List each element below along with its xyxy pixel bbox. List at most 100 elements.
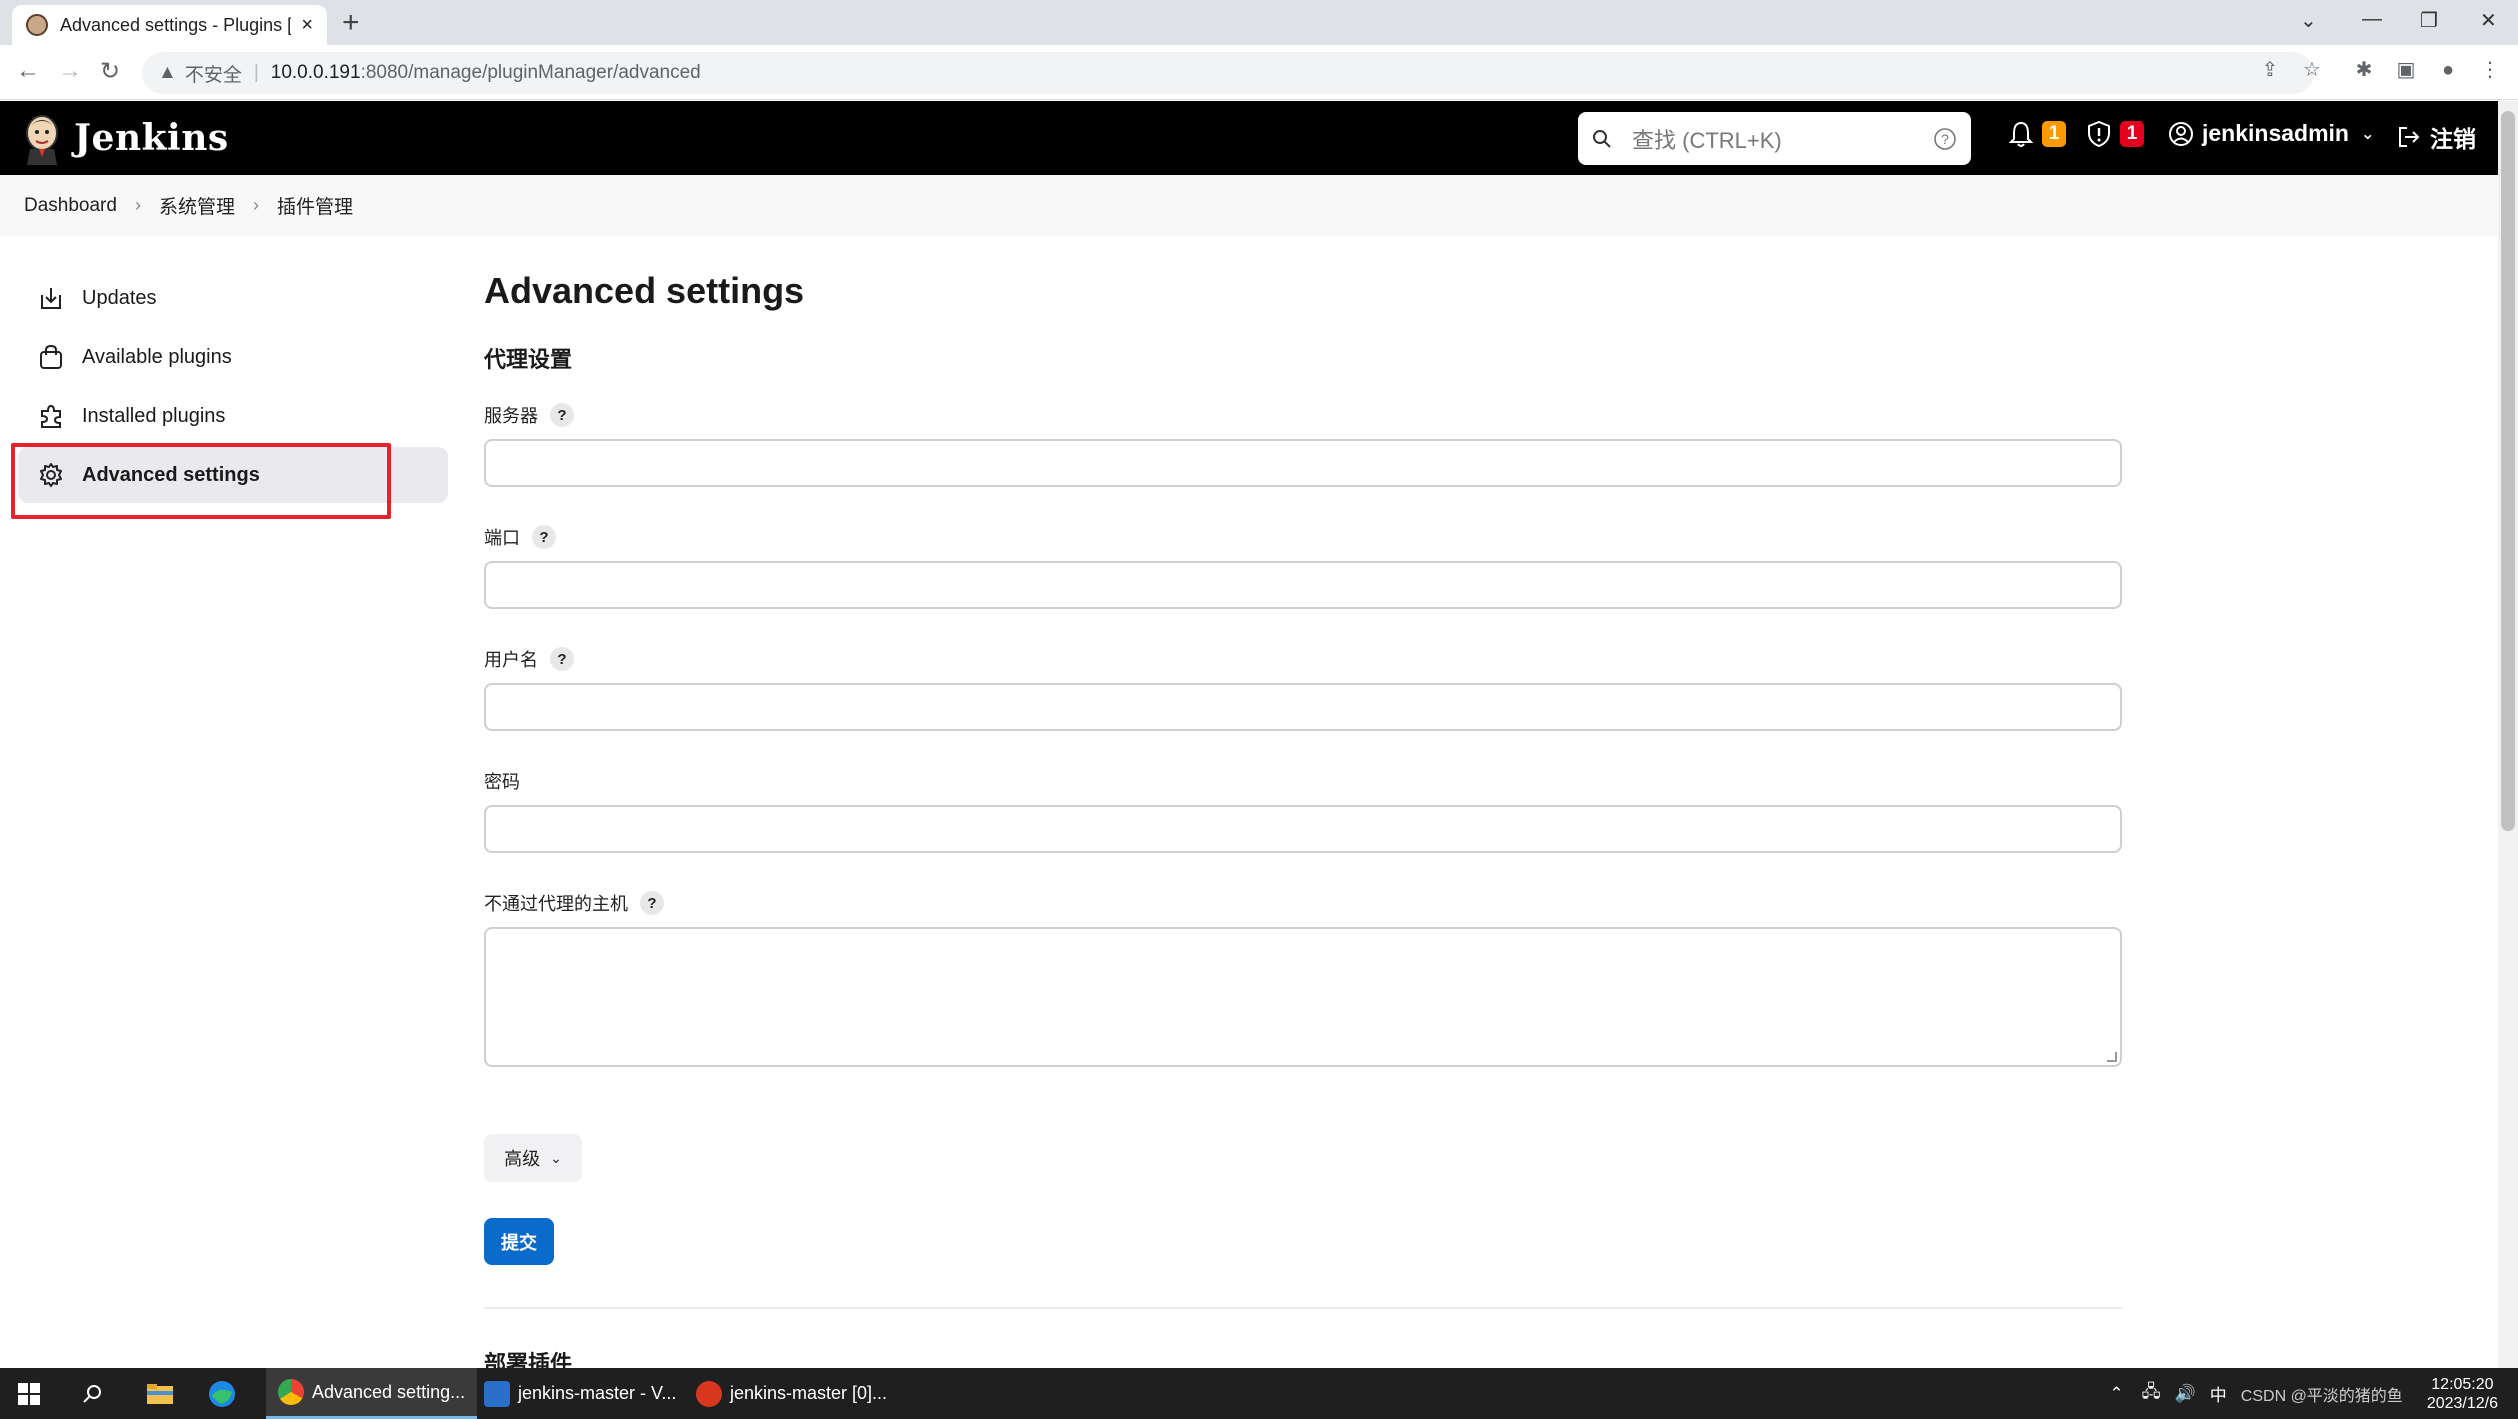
page-scrollbar[interactable]	[2498, 101, 2518, 1368]
bookmark-star-icon[interactable]: ☆	[2300, 58, 2324, 82]
help-icon[interactable]: ?	[532, 525, 556, 549]
chrome-icon	[278, 1379, 304, 1405]
logout-button[interactable]: 注销	[2396, 120, 2476, 154]
tab-title: Advanced settings - Plugins [J	[60, 14, 292, 35]
chevron-right-icon[interactable]: ›	[253, 195, 259, 216]
close-window-icon[interactable]: ✕	[2480, 8, 2497, 33]
share-icon[interactable]: ⇪	[2258, 58, 2282, 82]
svg-text:?: ?	[1941, 131, 1949, 147]
taskbar-app-terminal[interactable]: jenkins-master [0]...	[684, 1368, 899, 1419]
tab-list-chevron-icon[interactable]: ⌄	[2300, 8, 2317, 33]
clock-time: 12:05:20	[2431, 1375, 2494, 1393]
taskbar-app-label: jenkins-master [0]...	[730, 1383, 888, 1403]
minimize-icon[interactable]: —	[2362, 8, 2382, 31]
breadcrumb-plugin-manager[interactable]: 插件管理	[277, 192, 353, 219]
windows-taskbar: Advanced setting... jenkins-master - V..…	[0, 1368, 2518, 1419]
password-label: 密码	[484, 767, 2122, 795]
back-icon[interactable]: ←	[16, 57, 40, 85]
file-explorer-icon[interactable]	[146, 1368, 174, 1419]
search-help-icon[interactable]: ?	[1933, 127, 1957, 151]
sidebar-item-available-plugins[interactable]: Available plugins	[18, 329, 448, 385]
help-icon[interactable]: ?	[550, 403, 574, 427]
port-input[interactable]	[484, 561, 2122, 609]
taskbar-app-chrome[interactable]: Advanced setting...	[266, 1368, 478, 1419]
browser-tab-active[interactable]: Advanced settings - Plugins [J ×	[12, 5, 327, 45]
no-proxy-hosts-label-text: 不通过代理的主机	[484, 894, 628, 914]
warning-icon: ▲	[158, 62, 177, 83]
taskbar-app-label: jenkins-master - V...	[518, 1383, 677, 1403]
no-proxy-hosts-textarea[interactable]	[484, 927, 2122, 1067]
username: jenkinsadmin	[2202, 120, 2349, 146]
sidebar-item-label: Available plugins	[82, 345, 232, 368]
breadcrumb: Dashboard › 系统管理 › 插件管理	[0, 175, 2498, 236]
restore-icon[interactable]: ❐	[2420, 8, 2438, 33]
chevron-down-icon: ⌄	[2360, 125, 2375, 143]
proxy-section-title: 代理设置	[484, 347, 573, 372]
edge-icon[interactable]	[208, 1368, 236, 1419]
jenkins-logo-text: Jenkins	[74, 117, 229, 159]
taskbar-app-label: Advanced setting...	[312, 1381, 466, 1402]
search-box[interactable]: 查找 (CTRL+K) ?	[1578, 112, 1971, 165]
network-icon[interactable]: 🖧	[2142, 1379, 2161, 1408]
server-label: 服务器 ?	[484, 401, 2122, 429]
address-bar[interactable]: ▲ 不安全 | 10.0.0.191:8080/manage/pluginMan…	[142, 52, 2314, 94]
security-button[interactable]: 1	[2086, 120, 2144, 148]
browser-menu-icon[interactable]: ⋮	[2478, 58, 2502, 82]
scrollbar-thumb[interactable]	[2501, 111, 2515, 831]
volume-icon[interactable]: 🔊	[2175, 1384, 2196, 1404]
page-title: Advanced settings	[484, 270, 805, 311]
password-input[interactable]	[484, 805, 2122, 853]
shield-icon	[2086, 120, 2112, 148]
username-input[interactable]	[484, 683, 2122, 731]
jenkins-logo-link[interactable]: Jenkins	[22, 111, 229, 165]
profile-icon[interactable]: ●	[2436, 58, 2460, 82]
server-input[interactable]	[484, 439, 2122, 487]
username-label: 用户名 ?	[484, 645, 2122, 673]
resize-grip-icon[interactable]	[2107, 1052, 2117, 1062]
security-badge: 1	[2120, 121, 2144, 147]
help-icon[interactable]: ?	[550, 647, 574, 671]
address-toolbar: ← → ↻ ▲ 不安全 | 10.0.0.191:8080/manage/plu…	[0, 45, 2518, 100]
system-tray: ⌃ 🖧 🔊 中 CSDN @平淡的猪的鱼 12:05:20 2023/12/6	[2109, 1368, 2498, 1419]
username-label-text: 用户名	[484, 650, 538, 670]
puzzle-icon	[38, 403, 64, 429]
chevron-right-icon[interactable]: ›	[135, 195, 141, 216]
bell-icon	[2008, 120, 2034, 148]
breadcrumb-dashboard[interactable]: Dashboard	[24, 195, 117, 217]
no-proxy-hosts-label: 不通过代理的主机 ?	[484, 889, 2122, 917]
logout-label: 注销	[2430, 126, 2476, 152]
sidebar-item-updates[interactable]: Updates	[18, 270, 448, 326]
tray-expand-icon[interactable]: ⌃	[2109, 1384, 2123, 1404]
extensions-icon[interactable]: ✱	[2352, 58, 2376, 82]
clock[interactable]: 12:05:20 2023/12/6	[2427, 1375, 2498, 1413]
submit-button[interactable]: 提交	[484, 1218, 554, 1265]
download-icon	[38, 285, 64, 311]
search-icon	[1592, 129, 1612, 149]
server-label-text: 服务器	[484, 406, 538, 426]
windows-start-icon[interactable]	[18, 1368, 40, 1419]
advanced-button[interactable]: 高级 ⌄	[484, 1134, 582, 1182]
user-avatar-icon	[2168, 121, 2194, 147]
help-icon[interactable]: ?	[640, 891, 664, 915]
sidebar-item-installed-plugins[interactable]: Installed plugins	[18, 388, 448, 444]
url-host: 10.0.0.191	[270, 62, 361, 83]
breadcrumb-manage[interactable]: 系统管理	[159, 192, 235, 219]
notifications-button[interactable]: 1	[2008, 120, 2066, 148]
terminal-icon	[696, 1380, 722, 1407]
search-input[interactable]: 查找 (CTRL+K)	[1632, 123, 1933, 155]
chevron-down-icon: ⌄	[550, 1149, 562, 1166]
reload-icon[interactable]: ↻	[100, 57, 120, 86]
new-tab-button[interactable]: +	[342, 8, 360, 38]
notifications-badge: 1	[2042, 121, 2066, 147]
advanced-button-label: 高级	[504, 1149, 541, 1169]
side-panel-icon[interactable]: ▣	[2394, 58, 2418, 82]
highlight-annotation-box	[11, 443, 391, 519]
tab-close-icon[interactable]: ×	[301, 14, 313, 37]
shopping-bag-icon	[38, 344, 64, 370]
user-menu[interactable]: jenkinsadmin ⌄	[2168, 120, 2374, 147]
taskbar-search-icon[interactable]	[82, 1368, 104, 1419]
logout-icon	[2396, 124, 2422, 150]
ime-indicator[interactable]: 中	[2210, 1381, 2227, 1406]
taskbar-app-virtualbox[interactable]: jenkins-master - V...	[472, 1368, 688, 1419]
forward-icon[interactable]: →	[58, 57, 82, 85]
